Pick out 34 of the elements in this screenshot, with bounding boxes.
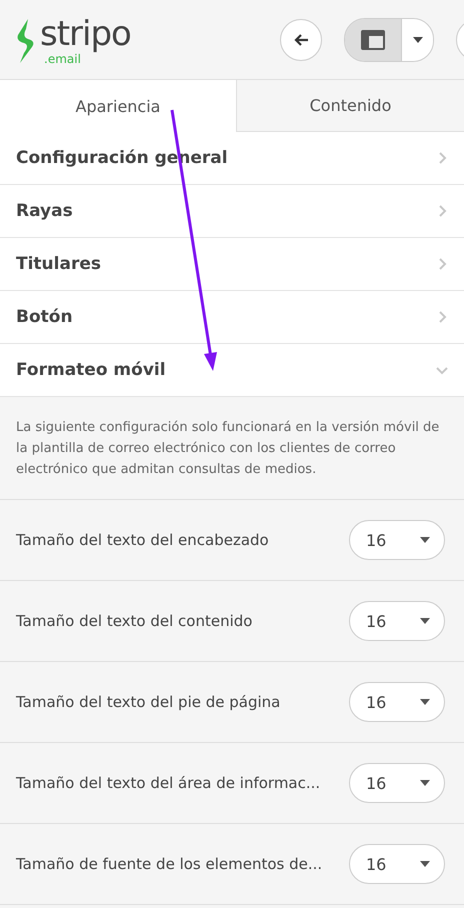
section-title: Titulares bbox=[16, 254, 101, 274]
setting-label: Tamaño de fuente de los elementos de... bbox=[16, 855, 322, 873]
caret-icon bbox=[412, 36, 422, 42]
caret-icon bbox=[420, 861, 430, 867]
dropdown-button[interactable] bbox=[401, 18, 433, 60]
tab[interactable]: Contenido bbox=[236, 80, 464, 132]
caret-icon bbox=[420, 537, 430, 543]
size-select[interactable]: 16 bbox=[349, 763, 445, 803]
info-text: La siguiente configuración solo funcionará en la versión móvil de la plantilla de correo electrónico con los clientes de correo electrónico que admitan consultas de medios. bbox=[0, 397, 464, 500]
size-select[interactable]: 16 bbox=[349, 601, 445, 641]
section-title: Formateo móvil bbox=[16, 360, 166, 380]
caret-icon bbox=[420, 780, 430, 786]
section-title: Rayas bbox=[16, 201, 73, 221]
left-arrow-icon bbox=[293, 32, 309, 46]
logo-suffix: .email bbox=[44, 52, 81, 64]
accordion-header[interactable]: Botón bbox=[0, 291, 464, 344]
tab[interactable]: Apariencia bbox=[0, 80, 236, 132]
setting-label: Tamaño del texto del pie de página bbox=[16, 693, 280, 711]
setting-label: Tamaño del texto del área de informac... bbox=[16, 774, 320, 792]
caret-icon bbox=[420, 618, 430, 624]
size-select[interactable]: 16 bbox=[349, 520, 445, 560]
layout-button[interactable] bbox=[345, 18, 401, 60]
size-select[interactable]: 16 bbox=[349, 682, 445, 722]
caret-icon bbox=[420, 699, 430, 705]
section-title: Botón bbox=[16, 307, 73, 327]
logo-text: stripo bbox=[40, 14, 131, 52]
size-select[interactable]: 16 bbox=[349, 844, 445, 884]
layout-icon bbox=[360, 28, 386, 50]
back-button[interactable] bbox=[280, 18, 322, 60]
setting-label: Tamaño del texto del encabezado bbox=[16, 531, 269, 549]
accordion-header[interactable]: Formateo móvil bbox=[0, 344, 464, 397]
accordion-header[interactable]: Titulares bbox=[0, 238, 464, 291]
setting-label: Tamaño del texto del contenido bbox=[16, 612, 252, 630]
accordion-header[interactable]: Rayas bbox=[0, 185, 464, 238]
